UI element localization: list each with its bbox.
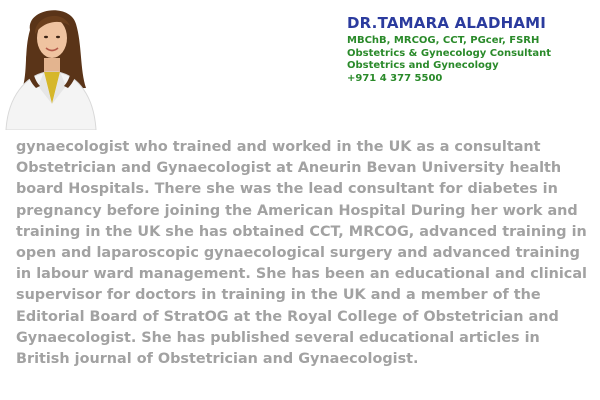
- doctor-name: DR.TAMARA ALADHAMI: [347, 14, 547, 32]
- credentials-line: MBChB, MRCOG, CCT, PGcer, FSRH: [347, 35, 540, 46]
- bio-paragraph: gynaecologist who trained and worked in …: [16, 139, 587, 368]
- department-line: Obstetrics and Gynecology: [347, 60, 499, 71]
- job-title-line: Obstetrics & Gynecology Consultant: [347, 47, 552, 59]
- doctor-photo: [0, 0, 100, 130]
- profile-header: DR.TAMARA ALADHAMI MBChB, MRCOG, CCT, PG…: [347, 14, 597, 85]
- doctor-profile-card: DR.TAMARA ALADHAMI MBChB, MRCOG, CCT, PG…: [0, 0, 600, 400]
- phone-number: +971 4 377 5500: [347, 72, 443, 84]
